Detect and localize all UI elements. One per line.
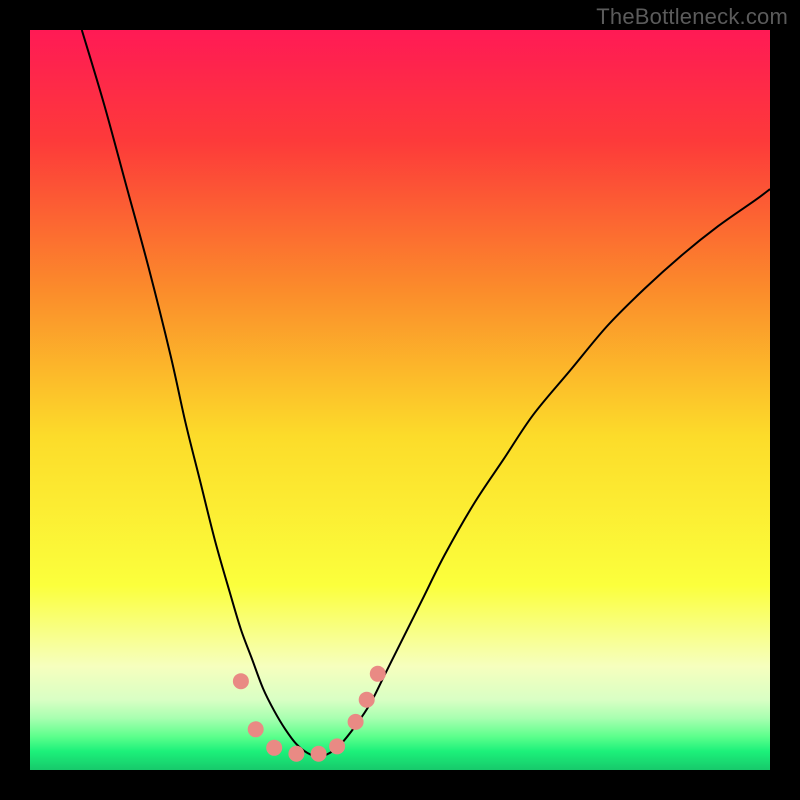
chart-frame: TheBottleneck.com [0,0,800,800]
plot-area [30,30,770,770]
marker-dot [370,666,386,682]
marker-dot [311,746,327,762]
marker-dot [233,673,249,689]
watermark-text: TheBottleneck.com [596,4,788,30]
curve-layer [30,30,770,770]
marker-dot [248,721,264,737]
marker-dot [266,740,282,756]
marker-dot [359,692,375,708]
marker-dot [329,738,345,754]
bottleneck-curve [82,30,770,757]
marker-dot [348,714,364,730]
marker-dot [288,746,304,762]
